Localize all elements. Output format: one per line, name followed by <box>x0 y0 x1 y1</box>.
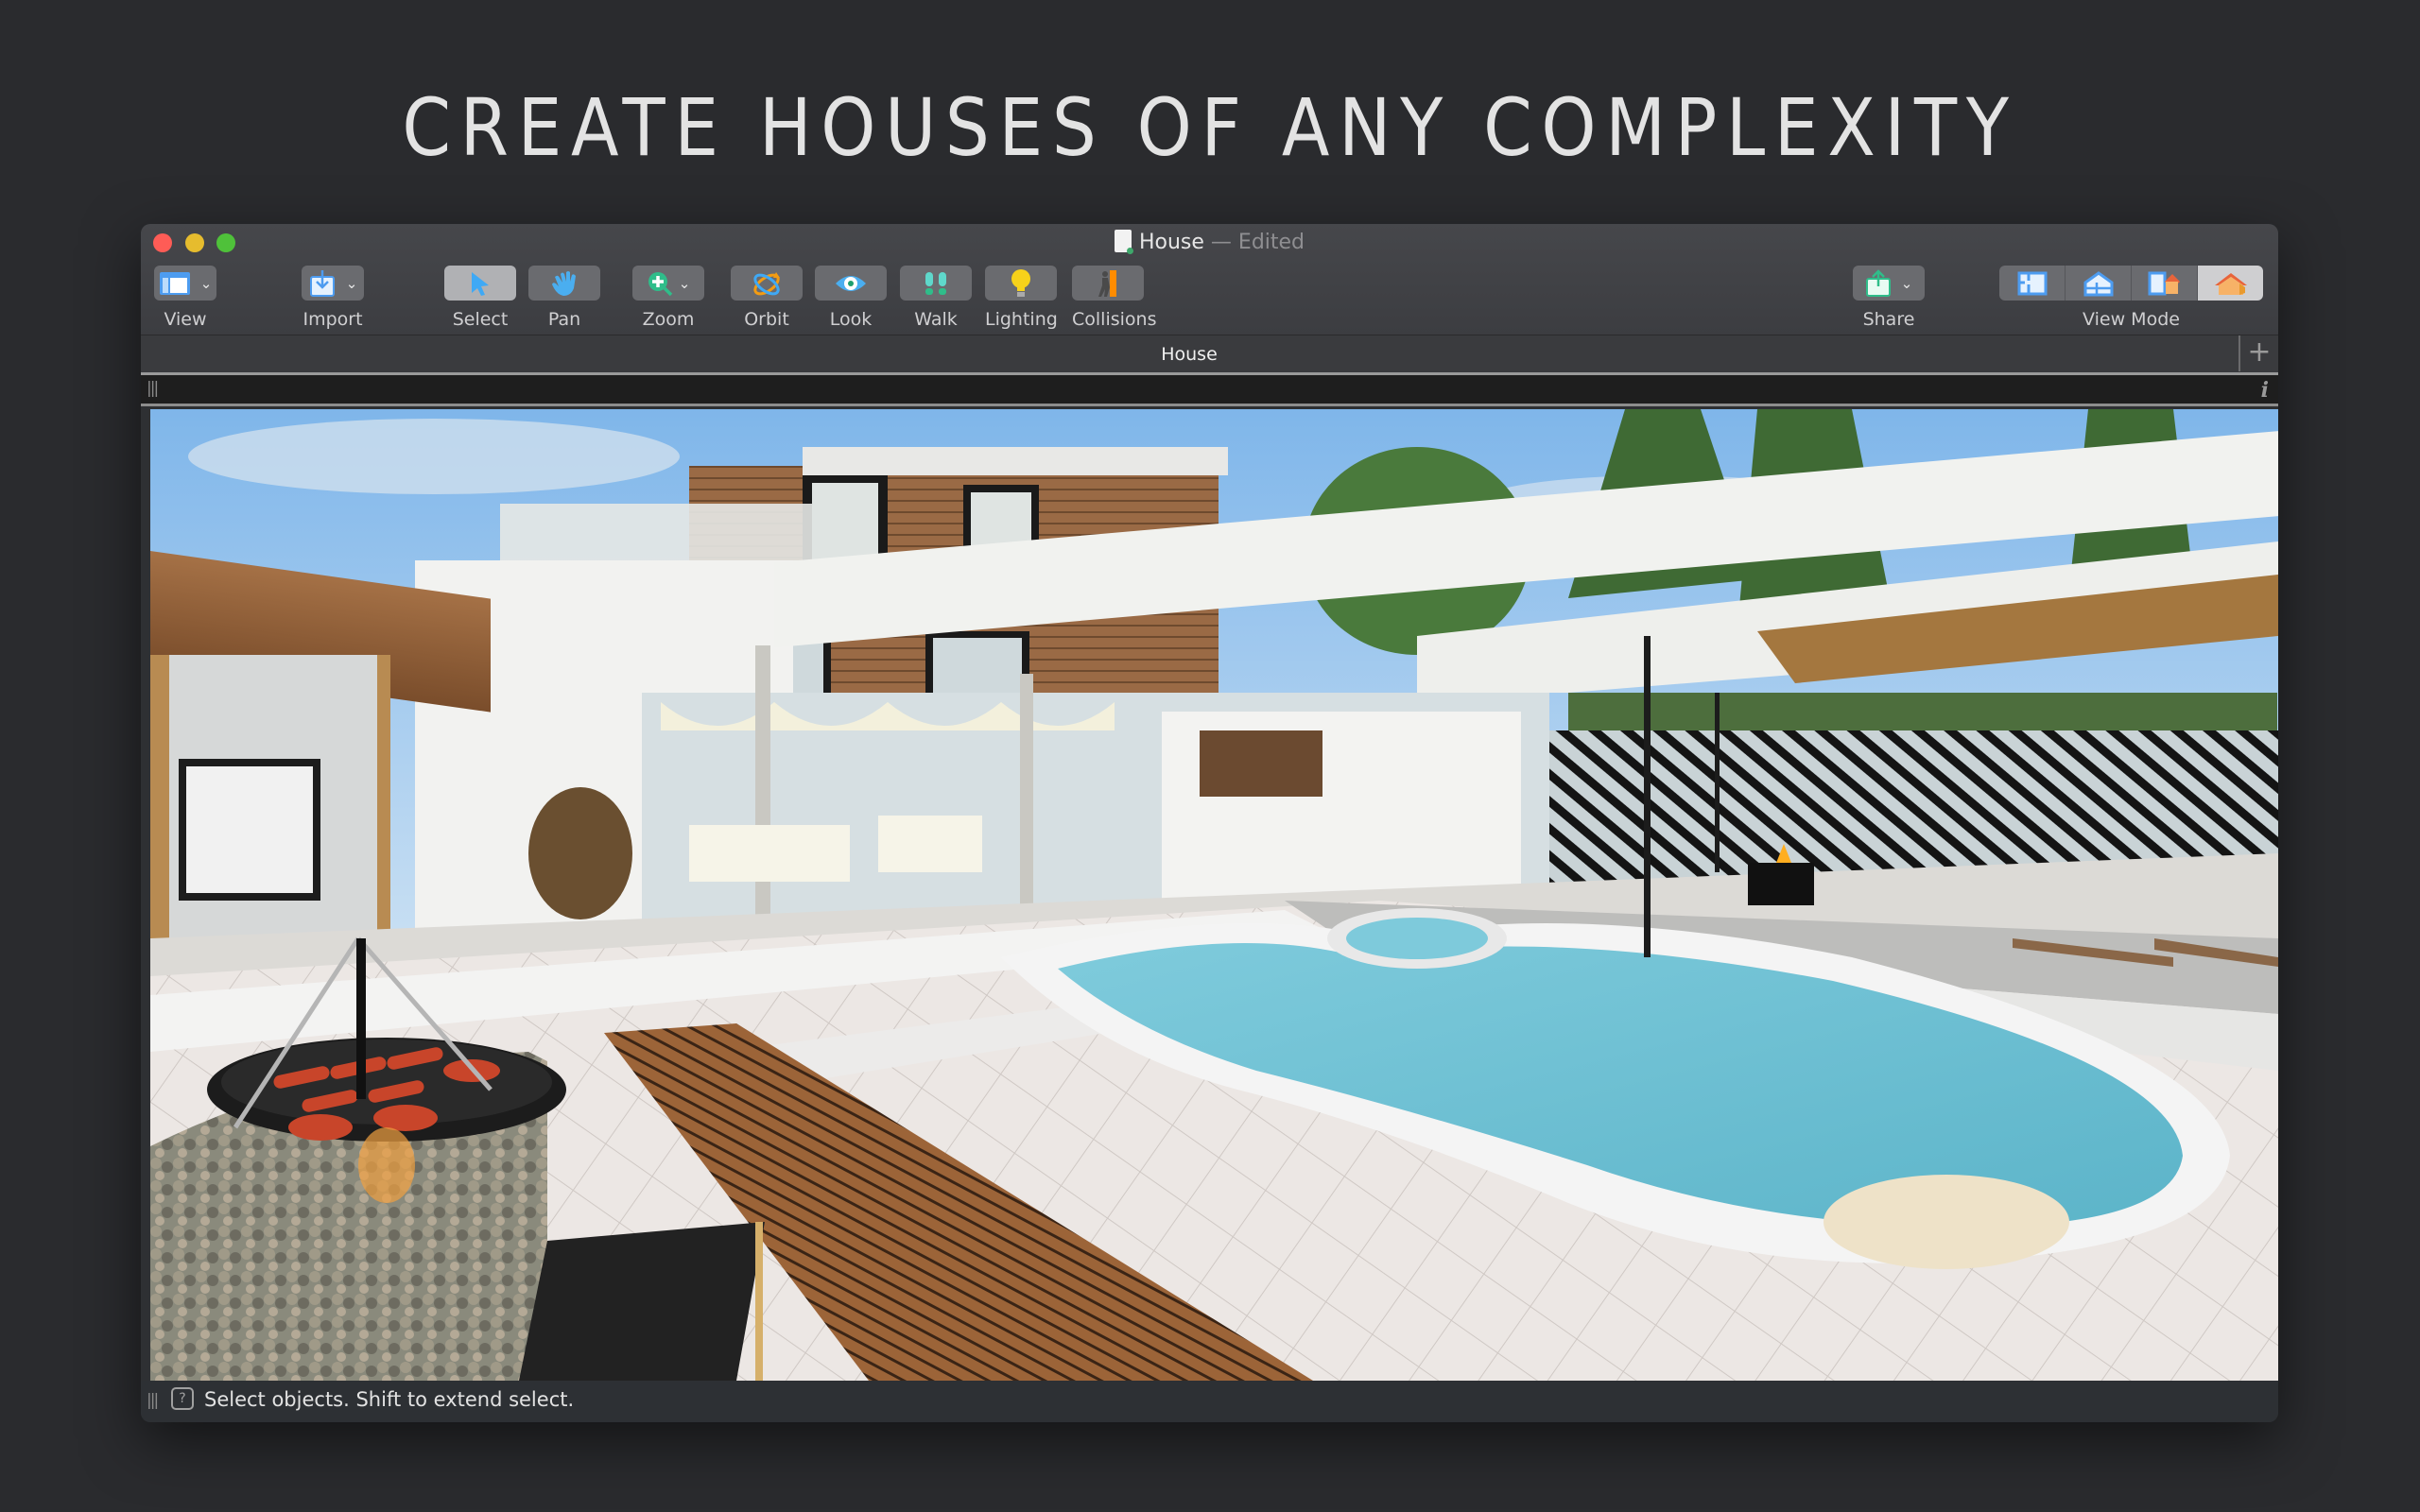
share-icon <box>1865 268 1891 297</box>
chevron-down-icon: ⌄ <box>1900 274 1913 292</box>
eye-icon <box>836 275 866 291</box>
chevron-down-icon: ⌄ <box>345 274 358 292</box>
3d-house-icon <box>2214 272 2247 295</box>
lighting-group: Lighting <box>985 266 1058 330</box>
import-button[interactable]: ⌄ <box>302 266 364 301</box>
status-grip-icon[interactable]: ||| <box>147 1391 159 1410</box>
edited-status: — Edited <box>1210 231 1305 254</box>
split-view-icon <box>2148 271 2180 295</box>
view-mode-2d-elevation[interactable] <box>2066 266 2132 301</box>
view-mode-segmented-control <box>1999 266 2263 301</box>
walk-label: Walk <box>914 309 958 330</box>
sidebar-grip-icon[interactable]: ||| <box>147 379 159 398</box>
orbit-tool-button[interactable] <box>731 266 803 301</box>
look-tool-button[interactable] <box>815 266 887 301</box>
select-group: Select <box>444 266 516 330</box>
footprints-icon <box>925 271 946 295</box>
house-document-icon <box>1114 230 1133 254</box>
chevron-down-icon: ⌄ <box>678 274 691 292</box>
collisions-group: Collisions <box>1072 266 1156 330</box>
share-label: Share <box>1862 309 1915 330</box>
view-mode-2d-plan[interactable] <box>1999 266 2066 301</box>
collision-icon <box>1098 269 1116 297</box>
tab-bar: House + <box>141 335 2278 375</box>
look-group: Look <box>815 266 887 330</box>
pan-label: Pan <box>547 309 581 330</box>
view-layout-icon <box>159 271 190 295</box>
lighting-tool-button[interactable] <box>985 266 1057 301</box>
help-icon[interactable]: ? <box>171 1387 194 1410</box>
collisions-tool-button[interactable] <box>1072 266 1144 301</box>
app-window: House — Edited ⌄ View ⌄ Import Select Pa… <box>141 224 2278 1422</box>
floor-plan-icon <box>2017 271 2047 295</box>
view-group: ⌄ View <box>154 266 216 330</box>
share-group: ⌄ Share <box>1853 266 1925 330</box>
view-mode-split[interactable] <box>2132 266 2198 301</box>
info-button[interactable]: i <box>2261 378 2269 403</box>
3d-viewport[interactable] <box>150 409 2278 1381</box>
view-mode-label: View Mode <box>2083 309 2180 330</box>
orbit-label: Orbit <box>744 309 789 330</box>
select-label: Select <box>452 309 509 330</box>
tab-house[interactable]: House <box>141 335 2238 373</box>
walk-tool-button[interactable] <box>900 266 972 301</box>
view-label: View <box>164 309 207 330</box>
titlebar-toolbar: House — Edited ⌄ View ⌄ Import Select Pa… <box>141 224 2278 335</box>
scene-render <box>150 409 2278 1381</box>
add-tab-button[interactable]: + <box>2238 335 2278 371</box>
viewport-header-bar: ||| i <box>141 375 2278 406</box>
status-message: Select objects. Shift to extend select. <box>204 1388 575 1411</box>
pan-group: Pan <box>528 266 600 330</box>
zoom-in-icon <box>648 271 672 296</box>
view-mode-group: View Mode <box>1999 266 2263 330</box>
import-icon <box>309 269 335 297</box>
zoom-label: Zoom <box>642 309 695 330</box>
walk-group: Walk <box>900 266 972 330</box>
elevation-plan-icon <box>2083 270 2113 296</box>
select-tool-button[interactable] <box>444 266 516 301</box>
orbit-group: Orbit <box>731 266 803 330</box>
collisions-label: Collisions <box>1072 309 1157 330</box>
pan-tool-button[interactable] <box>528 266 600 301</box>
status-bar: ||| ? Select objects. Shift to extend se… <box>141 1381 2278 1422</box>
view-mode-3d[interactable] <box>2198 266 2263 301</box>
cursor-arrow-icon <box>472 271 489 296</box>
import-label: Import <box>302 309 363 330</box>
lighting-label: Lighting <box>985 309 1058 330</box>
hand-icon <box>552 270 576 296</box>
look-label: Look <box>829 309 873 330</box>
chevron-down-icon: ⌄ <box>199 274 213 292</box>
zoom-tool-button[interactable]: ⌄ <box>632 266 704 301</box>
window-title: House — Edited <box>141 229 2278 257</box>
share-button[interactable]: ⌄ <box>1853 266 1925 301</box>
headline: CREATE HOUSES OF ANY COMPLEXITY <box>402 81 2018 174</box>
lightbulb-icon <box>1011 268 1030 297</box>
zoom-group: ⌄ Zoom <box>632 266 704 330</box>
orbit-icon <box>753 271 780 295</box>
view-button[interactable]: ⌄ <box>154 266 216 301</box>
import-group: ⌄ Import <box>302 266 364 330</box>
document-name: House <box>1138 231 1204 254</box>
